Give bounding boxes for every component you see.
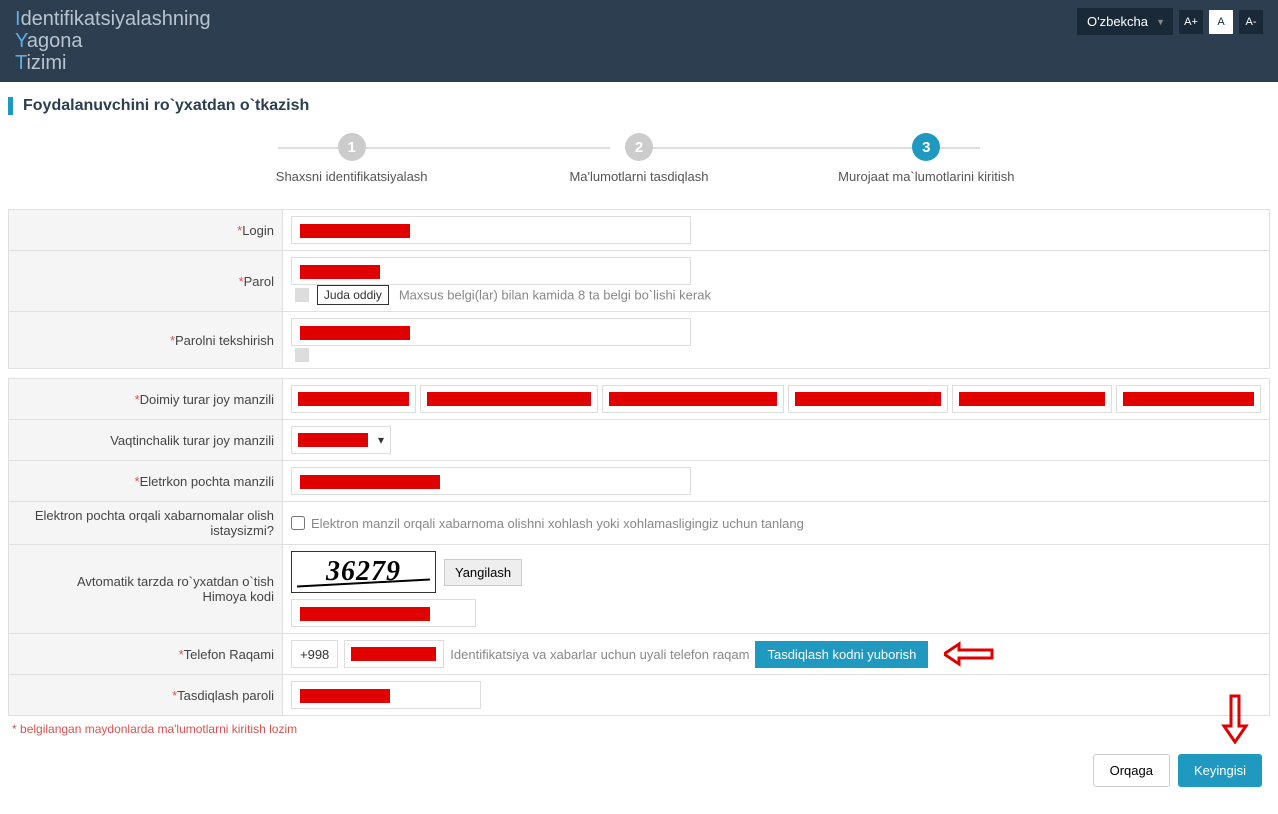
logo: Identifikatsiyalashning Yagona Tizimi — [15, 8, 211, 74]
logo-t: T — [15, 52, 26, 74]
login-input[interactable] — [291, 216, 691, 244]
strength-indicator-2 — [295, 348, 309, 362]
temp-address-select[interactable] — [291, 426, 391, 454]
page-title-wrap: Foydalanuvchini ro`yxatdan o`tkazish — [8, 97, 1270, 115]
step-3-circle: 3 — [912, 133, 940, 161]
newsletter-hint: Elektron manzil orqali xabarnoma olishni… — [311, 516, 804, 531]
row-email: *Eletrkon pochta manzili — [9, 461, 1270, 502]
language-select[interactable]: O'zbekcha — [1077, 8, 1173, 35]
page-title: Foydalanuvchini ro`yxatdan o`tkazish — [23, 97, 309, 115]
address-part-3[interactable] — [602, 385, 784, 413]
address-part-4[interactable] — [788, 385, 948, 413]
address-part-6[interactable] — [1116, 385, 1261, 413]
step-2: 2 Ma'lumotlarni tasdiqlash — [495, 133, 782, 184]
header-controls: O'zbekcha A+ A A- — [1077, 8, 1263, 35]
back-button[interactable]: Orqaga — [1093, 754, 1170, 787]
row-login: *Login — [9, 210, 1270, 251]
row-phone: *Telefon Raqami +998 Identifikatsiya va … — [9, 634, 1270, 675]
font-increase-button[interactable]: A+ — [1179, 10, 1203, 34]
row-password: *Parol Juda oddiy Maxsus belgi(lar) bila… — [9, 251, 1270, 312]
address-part-5[interactable] — [952, 385, 1112, 413]
step-1-circle: 1 — [338, 133, 366, 161]
send-code-button[interactable]: Tasdiqlash kodni yuborish — [755, 641, 928, 668]
actions: Orqaga Keyingisi — [8, 742, 1270, 799]
header: Identifikatsiyalashning Yagona Tizimi O'… — [0, 0, 1278, 82]
logo-y: Y — [15, 30, 27, 52]
title-accent — [8, 97, 13, 115]
font-decrease-button[interactable]: A- — [1239, 10, 1263, 34]
form-table: *Login *Parol Juda oddiy Maxsus belgi(la… — [8, 209, 1270, 716]
newsletter-checkbox[interactable] — [291, 516, 305, 530]
step-1: 1 Shaxsni identifikatsiyalash — [208, 133, 495, 184]
password-confirm-input[interactable] — [291, 318, 691, 346]
phone-prefix: +998 — [291, 640, 338, 668]
annotation-arrow-left-icon — [944, 640, 994, 668]
phone-hint: Identifikatsiya va xabarlar uchun uyali … — [450, 647, 749, 662]
row-password-confirm: *Parolni tekshirish — [9, 312, 1270, 369]
font-normal-button[interactable]: A — [1209, 10, 1233, 34]
captcha-image: 36279 — [291, 551, 436, 593]
strength-indicator — [295, 288, 309, 302]
required-footnote: * belgilangan maydonlarda ma'lumotlarni … — [8, 716, 1270, 742]
address-group — [291, 385, 1261, 413]
captcha-input[interactable] — [291, 599, 476, 627]
row-captcha: Avtomatik tarzda ro`yxatdan o`tish Himoy… — [9, 545, 1270, 634]
step-3: 3 Murojaat ma`lumotlarini kiritish — [783, 133, 1070, 184]
steps: 1 Shaxsni identifikatsiyalash 2 Ma'lumot… — [8, 133, 1270, 184]
row-perm-address: *Doimiy turar joy manzili — [9, 379, 1270, 420]
row-newsletter: Elektron pochta orqali xabarnomalar olis… — [9, 502, 1270, 545]
content: Foydalanuvchini ro`yxatdan o`tkazish 1 S… — [0, 82, 1278, 814]
password-input[interactable] — [291, 257, 691, 285]
phone-input[interactable] — [344, 640, 444, 668]
next-button[interactable]: Keyingisi — [1178, 754, 1262, 787]
password-hint: Maxsus belgi(lar) bilan kamida 8 ta belg… — [399, 288, 711, 303]
captcha-refresh-button[interactable]: Yangilash — [444, 559, 522, 586]
confirm-code-input[interactable] — [291, 681, 481, 709]
row-temp-address: Vaqtinchalik turar joy manzili — [9, 420, 1270, 461]
address-part-1[interactable] — [291, 385, 416, 413]
email-input[interactable] — [291, 467, 691, 495]
row-confirm-code: *Tasdiqlash paroli — [9, 675, 1270, 716]
language-select-wrap: O'zbekcha — [1077, 8, 1173, 35]
strength-label: Juda oddiy — [317, 285, 389, 305]
step-2-circle: 2 — [625, 133, 653, 161]
address-part-2[interactable] — [420, 385, 598, 413]
